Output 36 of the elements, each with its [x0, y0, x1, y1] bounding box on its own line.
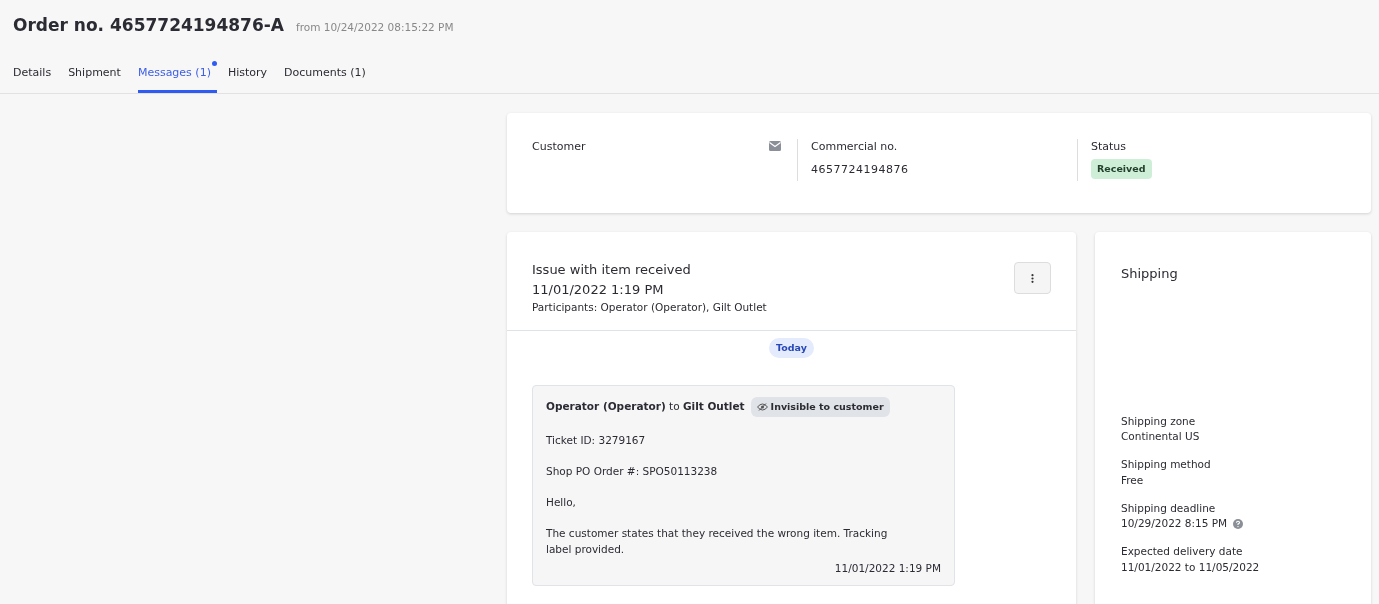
message-paragraph: The customer states that they received the wrong item. Tracking label provided.: [546, 526, 889, 558]
tab[interactable]: History: [227, 60, 274, 93]
message-paragraph: Shop PO Order #: SPO50113238: [546, 464, 719, 480]
message-paragraph: Hello,: [546, 495, 577, 511]
field-value: 4657724194876: [811, 161, 909, 178]
field-value: Continental US: [1121, 429, 1200, 445]
field-label: Status: [1091, 139, 1127, 155]
field-label: Commercial no.: [811, 139, 898, 155]
mail-icon: [769, 141, 781, 151]
thread-date: 11/01/2022 1:19 PM: [532, 280, 664, 299]
field-label: Shipping zone: [1121, 413, 1196, 429]
day-badge: Today: [769, 337, 814, 358]
field-label: Expected delivery date: [1121, 544, 1243, 559]
tab[interactable]: Documents (1): [284, 60, 372, 93]
message-sender: Operator (Operator) to Gilt Outlet: [546, 399, 745, 415]
field-value: 10/29/2022 8:15 PM: [1121, 516, 1228, 532]
order-title: Order no. 4657724194876-A: [13, 14, 284, 37]
tab[interactable]: Details: [13, 60, 58, 93]
thread-title: Issue with item received: [532, 261, 691, 279]
eye-off-icon: [756, 403, 768, 412]
field-label: Shipping method: [1121, 457, 1211, 472]
help-icon[interactable]: [1233, 519, 1244, 530]
more-icon: [1031, 273, 1034, 283]
status-badge: Received: [1091, 158, 1152, 179]
field-value: 11/01/2022 to 11/05/2022: [1121, 559, 1260, 575]
tab[interactable]: Shipment: [68, 60, 127, 93]
visibility-badge: Invisible to customer: [750, 397, 890, 418]
field-label: Customer: [532, 139, 586, 155]
shipping-title: Shipping: [1121, 265, 1179, 283]
message-time: 11/01/2022 1:19 PM: [834, 561, 941, 577]
order-date: from 10/24/2022 08:15:22 PM: [296, 20, 454, 35]
message-paragraph: Ticket ID: 3279167: [546, 433, 647, 449]
tab[interactable]: Messages (1): [137, 60, 217, 93]
participants-text: Participants: Operator (Operator), Gilt Outlet: [532, 300, 767, 315]
field-value: Free: [1121, 472, 1144, 488]
field-label: Shipping deadline: [1121, 500, 1216, 516]
